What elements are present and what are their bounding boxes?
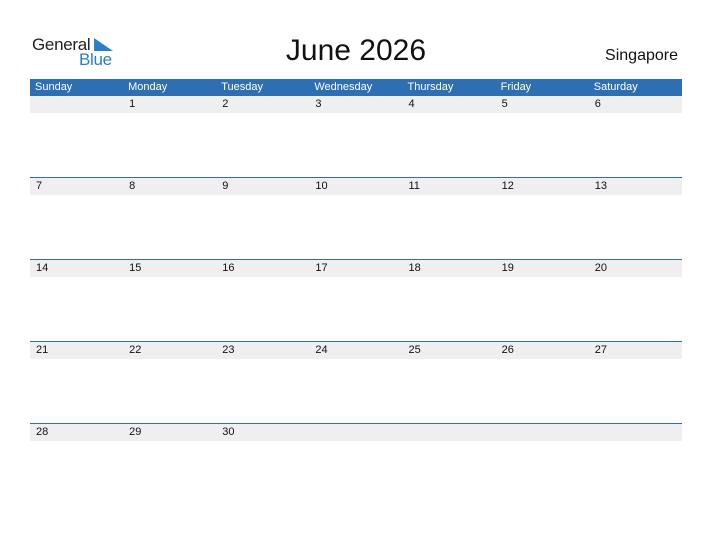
weekday-sunday: Sunday [35, 81, 73, 93]
day-cell: 19 [501, 262, 514, 274]
week-row: 28 29 30 [30, 423, 682, 505]
day-cell: 2 [222, 98, 229, 110]
day-number-strip: 21 22 23 24 25 26 27 [30, 342, 682, 359]
day-cell: 23 [222, 344, 235, 356]
day-cell: 8 [129, 180, 136, 192]
day-cell: 18 [408, 262, 421, 274]
day-cell: 15 [129, 262, 142, 274]
day-cell [30, 96, 123, 113]
day-cell [309, 424, 402, 441]
day-cell: 21 [36, 344, 49, 356]
day-cell: 11 [408, 180, 420, 192]
weekday-friday: Friday [500, 81, 532, 93]
day-cell: 6 [594, 98, 601, 110]
week-row: 14 15 16 17 18 19 20 [30, 259, 682, 341]
day-cell: 5 [501, 98, 508, 110]
weekday-tuesday: Tuesday [221, 81, 264, 93]
weekday-saturday: Saturday [593, 81, 638, 93]
weekday-thursday: Thursday [407, 81, 454, 93]
day-cell: 4 [408, 98, 415, 110]
day-cell: 14 [36, 262, 49, 274]
country-label: Singapore [605, 47, 678, 64]
day-cell: 20 [594, 262, 607, 274]
day-number-strip: 7 8 9 10 11 12 13 [30, 178, 682, 195]
day-cell: 10 [315, 180, 328, 192]
day-cell: 24 [315, 344, 328, 356]
week-row: 1 2 3 4 5 6 [30, 96, 682, 177]
week-row: 21 22 23 24 25 26 27 [30, 341, 682, 423]
day-cell: 13 [594, 180, 607, 192]
day-cell: 1 [129, 98, 136, 110]
day-cell: 3 [315, 98, 322, 110]
week-row: 7 8 9 10 11 12 13 [30, 177, 682, 259]
day-cell: 28 [36, 426, 49, 438]
day-cell: 9 [222, 180, 229, 192]
day-cell [496, 424, 589, 441]
day-cell: 12 [501, 180, 514, 192]
day-cell: 25 [408, 344, 421, 356]
day-cell: 7 [36, 180, 43, 192]
day-number-strip: 28 29 30 [30, 424, 682, 441]
day-cell [403, 424, 496, 441]
day-cell: 30 [222, 426, 235, 438]
day-number-strip: 14 15 16 17 18 19 20 [30, 260, 682, 277]
weekday-wednesday: Wednesday [314, 81, 373, 93]
day-cell: 26 [501, 344, 514, 356]
day-cell: 16 [222, 262, 235, 274]
weekday-header-row: Sunday Monday Tuesday Wednesday Thursday… [30, 79, 682, 96]
day-cell: 27 [594, 344, 607, 356]
day-cell: 22 [129, 344, 142, 356]
weekday-monday: Monday [128, 81, 168, 93]
day-cell: 17 [315, 262, 328, 274]
day-cell: 29 [129, 426, 142, 438]
day-cell [589, 424, 682, 441]
calendar-grid: Sunday Monday Tuesday Wednesday Thursday… [30, 79, 682, 505]
day-number-strip: 1 2 3 4 5 6 [30, 96, 682, 113]
